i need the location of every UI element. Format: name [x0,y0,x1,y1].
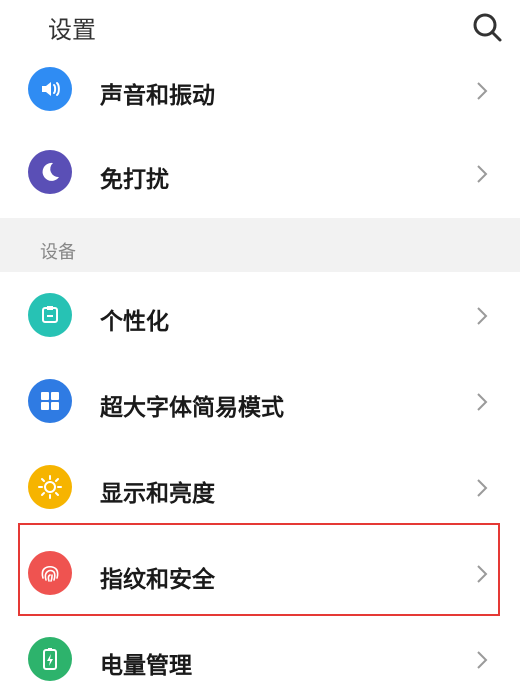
section-title: 设备 [40,242,76,263]
chevron-right-icon [477,479,488,497]
personalize-icon [28,293,72,337]
settings-item-large-font-mode[interactable]: 超大字体简易模式 [0,358,520,444]
moon-icon [28,150,72,194]
settings-item-battery[interactable]: 电量管理 [0,616,520,689]
chevron-right-icon [477,565,488,583]
grid-icon [28,379,72,423]
settings-item-label: 指纹和安全 [100,567,215,593]
settings-item-label: 声音和振动 [100,83,215,109]
sun-icon [28,465,72,509]
chevron-right-icon [477,307,488,325]
search-icon[interactable] [470,10,504,44]
settings-item-label: 显示和亮度 [100,481,215,507]
settings-item-fingerprint-security[interactable]: 指纹和安全 [0,530,520,616]
chevron-right-icon [477,393,488,411]
settings-item-do-not-disturb[interactable]: 免打扰 [0,126,520,218]
settings-item-label: 超大字体简易模式 [100,395,284,421]
settings-item-label: 电量管理 [100,653,192,679]
fingerprint-icon [28,551,72,595]
settings-item-display-brightness[interactable]: 显示和亮度 [0,444,520,530]
chevron-right-icon [477,165,488,183]
settings-item-personalization[interactable]: 个性化 [0,272,520,358]
settings-item-label: 免打扰 [100,167,169,193]
chevron-right-icon [477,651,488,669]
page-title: 设置 [48,16,96,44]
top-bar: 设置 [0,0,520,57]
chevron-right-icon [477,82,488,100]
section-header-device: 设备 [0,218,520,272]
settings-item-sound[interactable]: 声音和振动 [0,56,520,126]
battery-icon [28,637,72,681]
settings-item-label: 个性化 [100,309,169,335]
speaker-icon [28,67,72,111]
